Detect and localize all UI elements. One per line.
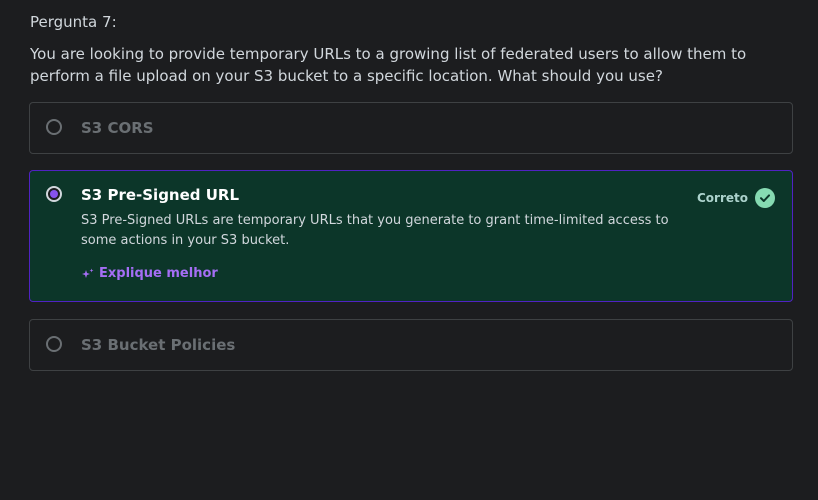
correct-status: Correto [697,188,775,208]
answer-option-s3-cors[interactable]: S3 CORS [29,102,793,154]
correct-label: Correto [696,191,748,205]
answer-option-s3-bucket-policies[interactable]: S3 Bucket Policies [29,319,793,371]
explain-more-label: Explique melhor [99,266,218,281]
answer-option-label: S3 CORS [81,119,154,137]
check-circle-icon [755,188,775,208]
radio-button-selected[interactable] [46,186,62,202]
explain-more-link[interactable]: Explique melhor [82,266,218,281]
answer-explanation: S3 Pre-Signed URLs are temporary URLs th… [81,213,669,248]
answer-option-s3-pre-signed-url[interactable]: S3 Pre-Signed URL S3 Pre-Signed URLs are… [29,170,793,302]
question-text: You are looking to provide temporary URL… [30,45,747,85]
answer-option-label: S3 Pre-Signed URL [81,186,240,204]
quiz-question-panel: Pergunta 7: You are looking to provide t… [0,0,818,500]
sparkle-icon [82,268,94,278]
radio-button[interactable] [46,336,62,352]
answer-option-label: S3 Bucket Policies [81,336,236,354]
question-number: Pergunta 7: [30,13,117,31]
radio-button[interactable] [46,119,62,135]
